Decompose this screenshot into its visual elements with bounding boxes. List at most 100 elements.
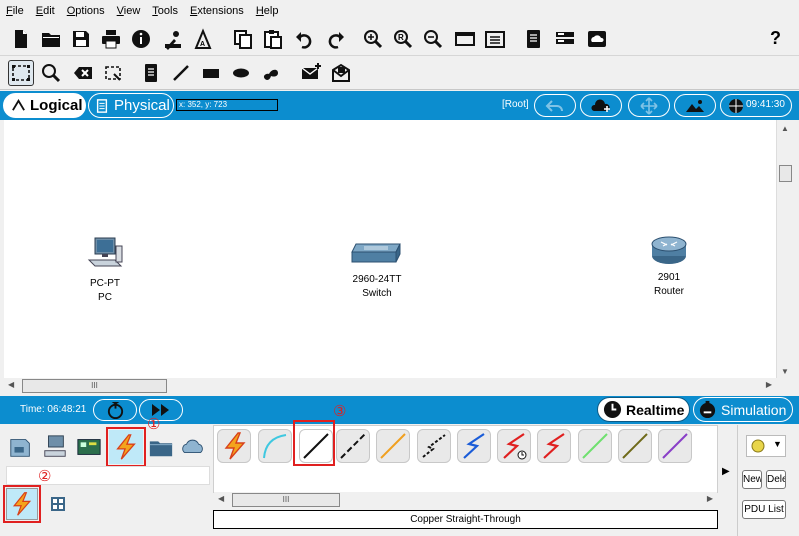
annotation-box-3 — [293, 420, 335, 466]
octal-cable-icon[interactable] — [578, 429, 612, 463]
line-icon[interactable] — [168, 60, 194, 86]
phone-cable-icon[interactable] — [417, 429, 451, 463]
stopwatch-icon — [699, 400, 716, 419]
move-object-button[interactable] — [628, 94, 670, 117]
delete-icon[interactable] — [70, 60, 96, 86]
fiber-icon[interactable] — [376, 429, 410, 463]
pdu-list-button[interactable]: PDU List — [742, 500, 786, 519]
menu-tools[interactable]: Tools — [152, 5, 178, 17]
paste-icon[interactable] — [260, 26, 286, 52]
rectangle-icon[interactable] — [198, 60, 224, 86]
scroll-down-arrow-icon[interactable]: ▼ — [781, 367, 789, 376]
menu-extensions[interactable]: Extensions — [190, 5, 244, 17]
device-router[interactable]: 2901 Router — [644, 234, 694, 299]
multiuser-connection-category-icon[interactable] — [178, 432, 208, 462]
set-background-button[interactable] — [674, 94, 716, 117]
zoom-out-icon[interactable] — [420, 26, 446, 52]
realtime-tab[interactable]: Realtime — [597, 397, 690, 422]
horizontal-scroll-thumb[interactable]: III — [22, 379, 167, 393]
back-button[interactable] — [534, 94, 576, 117]
simulation-label: Simulation — [721, 401, 787, 418]
new-cluster-button[interactable] — [580, 94, 622, 117]
scenario-icon — [751, 439, 765, 453]
new-file-icon[interactable] — [8, 26, 34, 52]
menu-file[interactable]: File — [6, 5, 24, 17]
physical-tab[interactable]: Physical — [88, 93, 174, 118]
miscellaneous-category-icon[interactable] — [146, 432, 176, 462]
view-command-log-icon[interactable] — [520, 26, 546, 52]
fast-forward-button[interactable] — [139, 399, 183, 421]
scroll-right-arrow-icon[interactable]: ▶ — [707, 494, 713, 503]
workspace-vertical-scrollbar[interactable]: ▲ ▼ — [776, 120, 793, 378]
device-name: PC — [98, 292, 112, 303]
power-cycle-button[interactable] — [93, 399, 137, 421]
activity-wizard-icon[interactable]: A — [190, 26, 216, 52]
help-button[interactable]: ? — [770, 28, 781, 49]
scroll-up-arrow-icon[interactable]: ▲ — [781, 124, 789, 133]
main-toolbar: A R ? — [0, 22, 799, 56]
copper-cross-over-icon[interactable] — [336, 429, 370, 463]
usb-cable-icon[interactable] — [658, 429, 692, 463]
simple-pdu-icon[interactable] — [298, 60, 324, 86]
device-switch[interactable]: 2960-24TT Switch — [346, 240, 408, 301]
zoom-reset-icon[interactable]: R — [390, 26, 416, 52]
resize-icon[interactable] — [100, 60, 126, 86]
panel-divider — [737, 425, 738, 536]
simulation-tab[interactable]: Simulation — [693, 397, 793, 422]
save-icon[interactable] — [68, 26, 94, 52]
scenario-dropdown[interactable]: ▼ — [746, 435, 786, 457]
device-model: PC-PT — [90, 278, 120, 289]
menu-help[interactable]: Help — [256, 5, 279, 17]
scroll-left-arrow-icon[interactable]: ◀ — [8, 380, 14, 389]
iot-custom-cable-icon[interactable] — [618, 429, 652, 463]
expand-panel-arrow-icon[interactable]: ▶ — [722, 466, 730, 477]
zoom-in-icon[interactable] — [360, 26, 386, 52]
image-icon — [686, 99, 704, 112]
menu-view[interactable]: View — [117, 5, 141, 17]
scroll-right-arrow-icon[interactable]: ▶ — [766, 380, 772, 389]
freeform-icon[interactable] — [258, 60, 284, 86]
custom-device-dialog-icon[interactable] — [482, 26, 508, 52]
copy-icon[interactable] — [230, 26, 256, 52]
annotation-marker-2: ② — [38, 468, 52, 485]
info-icon[interactable] — [128, 26, 154, 52]
clock-icon — [603, 400, 622, 419]
logical-workspace[interactable]: PC-PT PC 2960-24TT Switch 2901 Router — [4, 120, 776, 378]
serial-dte-icon[interactable] — [537, 429, 571, 463]
scroll-left-arrow-icon[interactable]: ◀ — [218, 494, 224, 503]
menu-edit[interactable]: Edit — [36, 5, 55, 17]
select-icon[interactable] — [8, 60, 34, 86]
cable-scrollbar[interactable]: ◀ III ▶ — [214, 492, 717, 508]
coaxial-icon[interactable] — [457, 429, 491, 463]
inspect-icon[interactable] — [38, 60, 64, 86]
complex-pdu-icon[interactable] — [328, 60, 354, 86]
end-devices-category-icon[interactable] — [40, 432, 70, 462]
device-search-field[interactable] — [6, 466, 210, 485]
components-category-icon[interactable] — [74, 432, 104, 462]
automatic-connection-icon[interactable] — [217, 429, 251, 463]
new-scenario-button[interactable]: New — [742, 470, 762, 489]
delete-scenario-button[interactable]: Delete — [766, 470, 786, 489]
cable-scroll-thumb[interactable]: III — [232, 493, 340, 507]
cloud-icon[interactable] — [584, 26, 610, 52]
menu-options[interactable]: Options — [67, 5, 105, 17]
logical-label: Logical — [30, 97, 83, 114]
console-cable-icon[interactable] — [258, 429, 292, 463]
redo-icon[interactable] — [322, 26, 348, 52]
logical-tab[interactable]: Logical — [3, 93, 86, 118]
print-icon[interactable] — [98, 26, 124, 52]
ipc-icon[interactable] — [552, 26, 578, 52]
note-icon[interactable] — [138, 60, 164, 86]
grid-view-icon[interactable] — [50, 496, 66, 512]
packet-tracer-window: File Edit Options View Tools Extensions … — [0, 0, 799, 536]
network-wizard-icon[interactable] — [160, 26, 186, 52]
drawing-palette-icon[interactable] — [452, 26, 478, 52]
vertical-scroll-thumb[interactable] — [779, 165, 792, 182]
device-pc[interactable]: PC-PT PC — [76, 236, 134, 305]
open-folder-icon[interactable] — [38, 26, 64, 52]
ellipse-icon[interactable] — [228, 60, 254, 86]
workspace-horizontal-scrollbar[interactable]: ◀ III ▶ — [4, 378, 776, 394]
undo-icon[interactable] — [292, 26, 318, 52]
serial-dce-icon[interactable] — [497, 429, 531, 463]
network-devices-category-icon[interactable] — [6, 432, 36, 462]
